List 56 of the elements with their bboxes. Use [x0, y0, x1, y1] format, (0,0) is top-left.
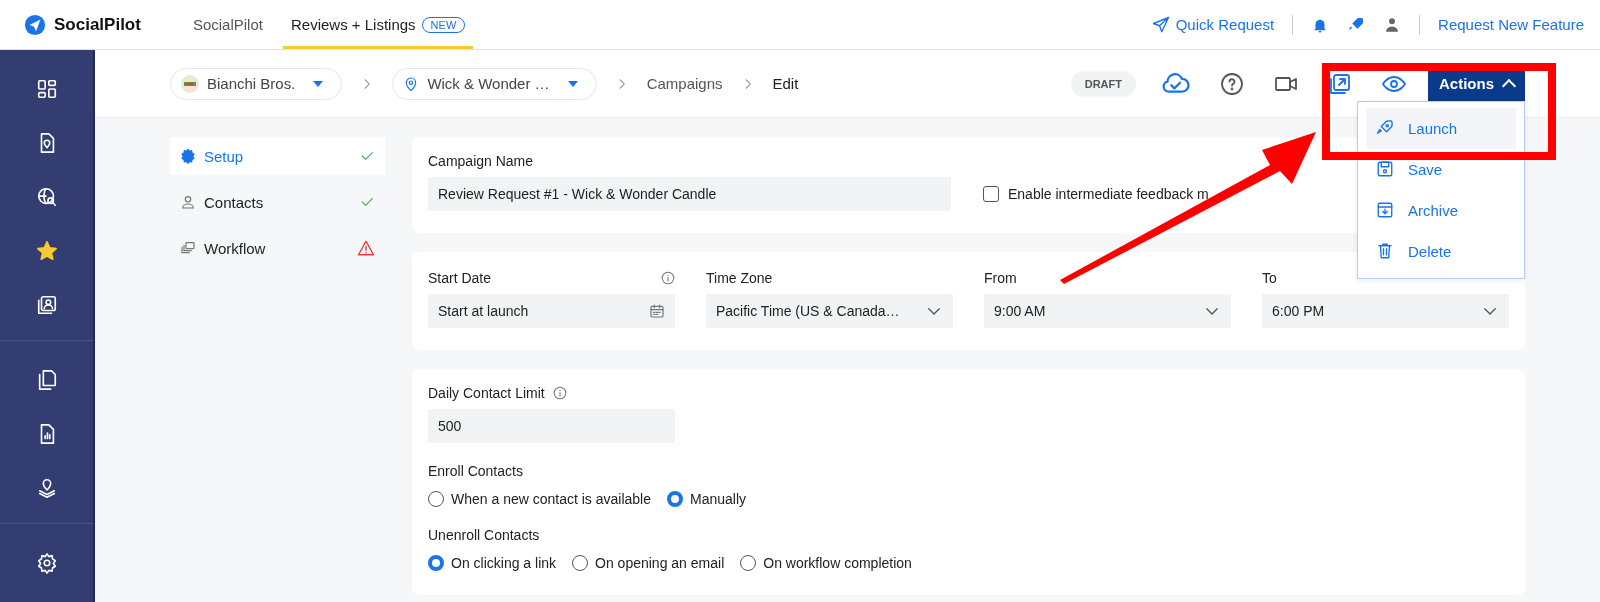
business-logo-icon	[181, 74, 199, 93]
star-icon[interactable]	[35, 240, 58, 262]
trash-icon	[1376, 242, 1394, 260]
select-field[interactable]: 9:00 AM	[984, 294, 1231, 328]
field-label: Daily Contact Limit	[428, 385, 545, 401]
archive-box-icon	[1376, 201, 1394, 219]
caret-icon	[313, 80, 324, 87]
calendar-icon	[649, 303, 665, 319]
info-icon	[661, 271, 675, 285]
input-field[interactable]: 500	[428, 409, 675, 443]
radio-option[interactable]: On workflow completion	[740, 555, 912, 571]
menu-item[interactable]: Launch	[1366, 107, 1516, 149]
radio-option[interactable]: On opening an email	[572, 555, 725, 571]
field-label: From	[984, 270, 1017, 286]
info-icon	[552, 386, 567, 400]
field-label: Unenroll Contacts	[428, 527, 540, 543]
quick-request-link[interactable]: Quick Request	[1151, 15, 1275, 34]
select-field[interactable]: 6:00 PM	[1262, 294, 1509, 328]
logo-icon	[24, 13, 46, 36]
help-icon	[1220, 71, 1244, 96]
radio-button[interactable]	[667, 491, 683, 507]
step-tab[interactable]: Contacts	[170, 183, 385, 221]
menu-item[interactable]: Delete	[1366, 230, 1516, 272]
stacked-windows-icon	[180, 240, 196, 256]
menu-item[interactable]: Archive	[1366, 189, 1516, 231]
field-label: To	[1262, 270, 1277, 286]
step-tab[interactable]: Setup	[170, 137, 385, 175]
contact-card-icon[interactable]	[35, 294, 58, 316]
person-icon	[180, 194, 196, 210]
breadcrumb-link[interactable]: Campaigns	[646, 75, 723, 92]
input-field[interactable]: Review Request #1 - Wick & Wonder Candle	[428, 177, 951, 211]
settings-icon[interactable]	[35, 552, 58, 574]
paper-plane-icon	[1151, 15, 1170, 34]
date-field[interactable]: Start at launch	[428, 294, 675, 328]
step-tab[interactable]: Workflow	[170, 229, 385, 267]
field-label: Enroll Contacts	[428, 463, 523, 479]
share-image-icon	[1328, 71, 1352, 96]
caret-icon	[567, 80, 578, 87]
select-field[interactable]: Pacific Time (US & Canada…	[706, 294, 953, 328]
feedback-checkbox-option[interactable]: Enable intermediate feedback m	[983, 177, 1209, 211]
dashboard-icon[interactable]	[35, 78, 58, 100]
field-label: Start Date	[428, 270, 492, 286]
status-badge: DRAFT	[1070, 70, 1136, 97]
breadcrumb-current: Edit	[772, 75, 799, 92]
field-label: Time Zone	[706, 270, 773, 286]
field-label: Campaign Name	[428, 153, 534, 169]
radio-option[interactable]: Manually	[667, 491, 747, 507]
globe-search-icon[interactable]	[35, 186, 58, 208]
radio-option[interactable]: When a new contact is available	[428, 491, 651, 507]
menu-item[interactable]: Save	[1366, 148, 1516, 190]
radio-option[interactable]: On clicking a link	[428, 555, 557, 571]
radio-button[interactable]	[428, 555, 444, 571]
nav-tab[interactable]: SocialPilot	[184, 0, 271, 49]
checkbox[interactable]	[983, 186, 999, 202]
request-feature-link[interactable]: Request New Feature	[1438, 16, 1584, 33]
brand-name: SocialPilot	[54, 14, 141, 35]
